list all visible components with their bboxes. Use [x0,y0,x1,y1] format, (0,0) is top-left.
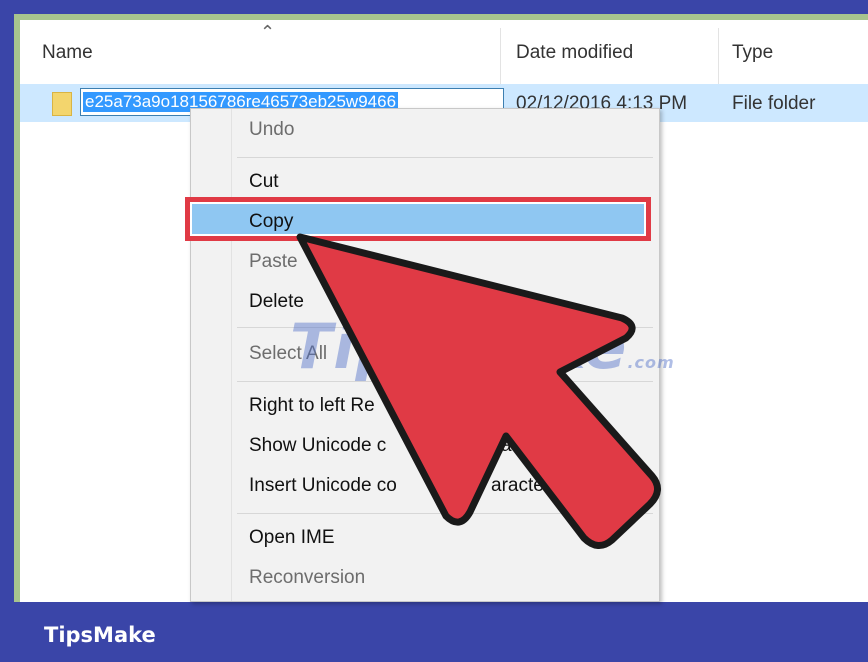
brand-logo: TipsMake [44,623,156,647]
arrow-pointer-icon [296,233,661,549]
